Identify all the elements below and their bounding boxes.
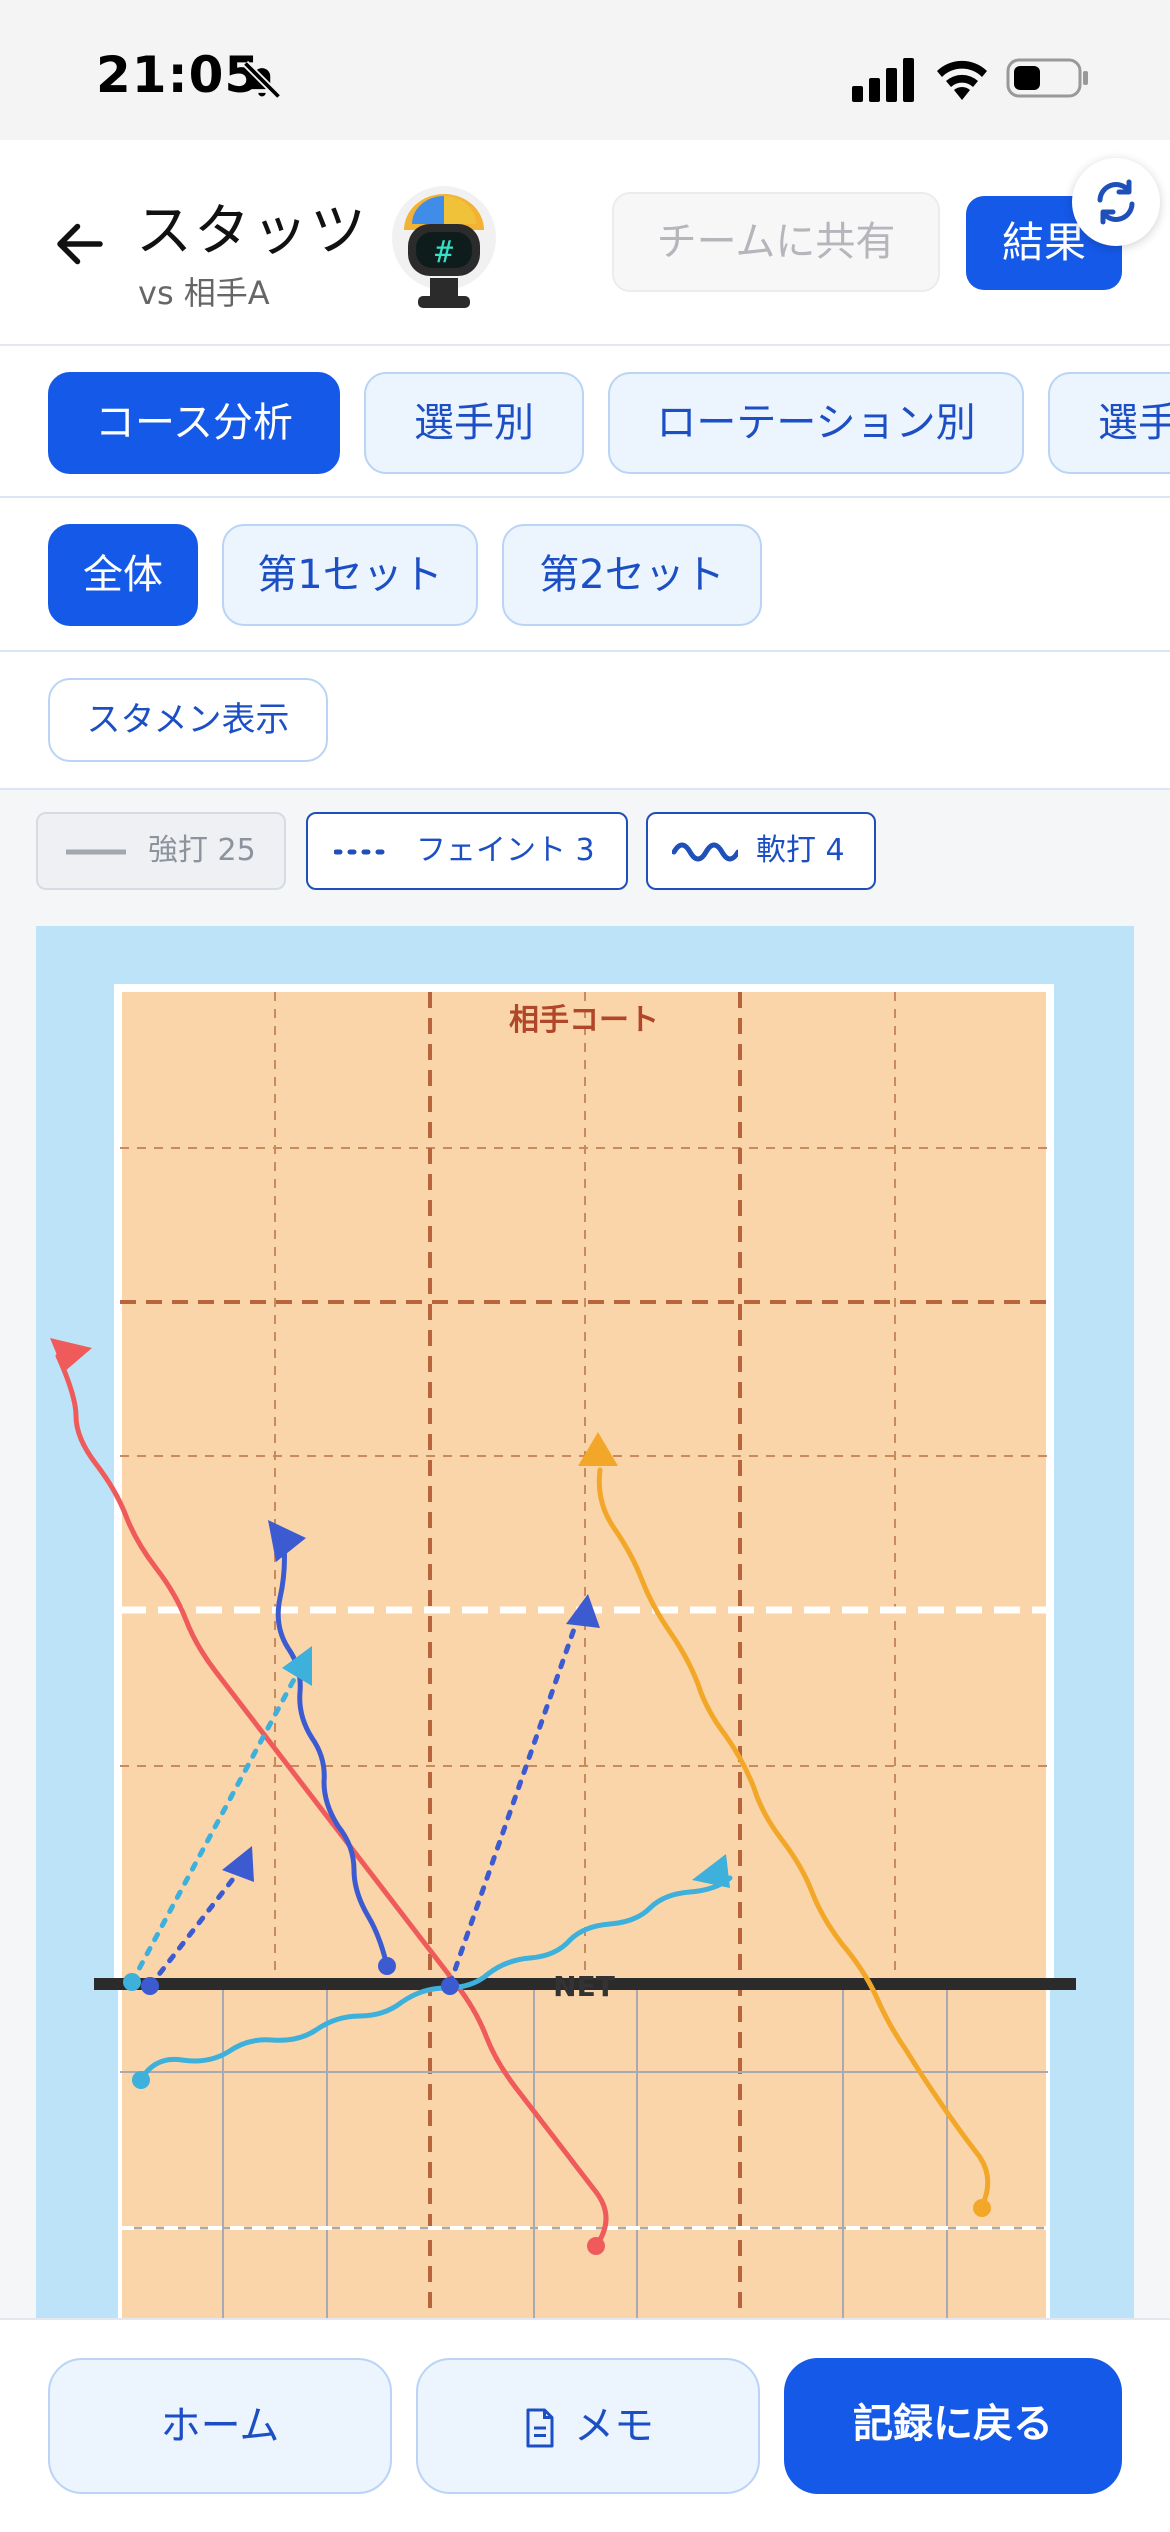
trajectory-cyan-feint-start	[123, 1973, 141, 1991]
trajectory-red-start	[587, 2237, 605, 2255]
court-diagram: 相手コート NET	[36, 926, 1134, 2320]
net-label: NET	[553, 1970, 615, 2003]
refresh-button[interactable]	[1072, 158, 1160, 246]
memo-button[interactable]: メモ	[416, 2358, 760, 2494]
bell-muted-icon	[242, 60, 282, 100]
back-to-record-label: 記録に戻る	[853, 2401, 1053, 2447]
set-all[interactable]: 全体	[48, 524, 198, 626]
legend-soft-hit-label: 軟打 4	[756, 833, 845, 868]
bottom-bar: ホーム メモ 記録に戻る	[0, 2318, 1170, 2532]
legend-feint-label: フェイント 3	[416, 833, 595, 868]
battery-icon	[1006, 58, 1088, 98]
trajectory-cyan-start	[132, 2071, 150, 2089]
solid-line-icon	[66, 849, 126, 855]
starter-toggle-button[interactable]: スタメン表示	[48, 678, 328, 762]
shot-type-legend: 強打 25 フェイント 3 軟打 4	[0, 790, 1170, 910]
dotted-line-icon	[334, 849, 394, 855]
home-button-label: ホーム	[160, 2403, 280, 2449]
home-button[interactable]: ホーム	[48, 2358, 392, 2494]
legend-hard-hit-label: 強打 25	[148, 833, 256, 868]
svg-text:#: #	[435, 235, 453, 270]
document-icon	[526, 2408, 554, 2448]
memo-button-label: メモ	[574, 2403, 654, 2449]
app-header: スタッツ vs 相手A # チームに共有 結果	[0, 140, 1170, 346]
robot-mascot-avatar: #	[392, 186, 496, 308]
legend-feint[interactable]: フェイント 3	[306, 812, 628, 890]
tab-by-player[interactable]: 選手別	[364, 372, 584, 474]
tab-course-analysis[interactable]: コース分析	[48, 372, 340, 474]
page-title: スタッツ	[136, 199, 368, 264]
wavy-line-icon	[672, 842, 738, 862]
cellular-signal-icon	[852, 58, 914, 102]
status-bar: 21:05	[0, 0, 1170, 140]
trajectory-orange-start	[973, 2199, 991, 2217]
status-time: 21:05	[96, 46, 261, 104]
opponent-subtitle: vs 相手A	[138, 274, 270, 312]
back-arrow-icon[interactable]	[50, 214, 110, 274]
trajectory-blue-start	[378, 1957, 396, 1975]
wifi-icon	[937, 60, 987, 100]
analysis-tabs: コース分析 選手別 ローテーション別 選手	[0, 346, 1170, 498]
share-input[interactable]: チームに共有	[612, 192, 940, 292]
refresh-icon	[1097, 179, 1135, 225]
starter-row: スタメン表示	[0, 652, 1170, 790]
tab-player-cutoff[interactable]: 選手	[1048, 372, 1170, 474]
opponent-court-label: 相手コート	[509, 1003, 659, 1038]
trajectory-blue-feint-1-start	[141, 1977, 159, 1995]
legend-hard-hit[interactable]: 強打 25	[36, 812, 286, 890]
own-court-area	[118, 1982, 1050, 2320]
set-2[interactable]: 第2セット	[502, 524, 762, 626]
legend-soft-hit[interactable]: 軟打 4	[646, 812, 876, 890]
set-filter: 全体 第1セット 第2セット	[0, 498, 1170, 652]
back-to-record-button[interactable]: 記録に戻る	[784, 2358, 1122, 2494]
tab-by-rotation[interactable]: ローテーション別	[608, 372, 1024, 474]
set-1[interactable]: 第1セット	[222, 524, 478, 626]
